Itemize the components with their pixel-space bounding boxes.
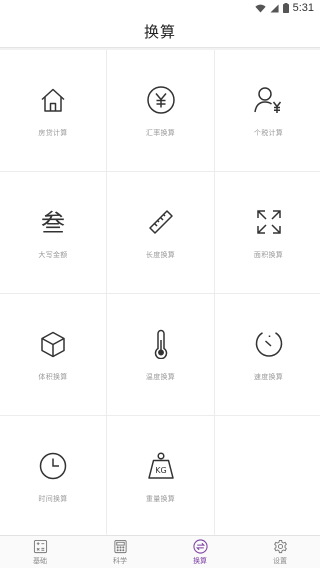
house-icon (37, 84, 69, 116)
thermometer-icon (145, 328, 177, 360)
item-label: 长度换算 (145, 251, 176, 259)
length-conversion-item[interactable]: 长度换算 (107, 172, 214, 293)
area-conversion-item[interactable]: 面积换算 (215, 172, 320, 293)
item-label: 大写金额 (38, 251, 68, 259)
speed-conversion-item[interactable]: 速度换算 (215, 294, 320, 415)
page-title: 换算 (143, 24, 176, 41)
item-label: 体积换算 (38, 373, 68, 381)
capital-amount-item[interactable]: 叁 大写金额 (0, 172, 106, 293)
clock-icon (37, 450, 69, 482)
header: 换算 (0, 16, 320, 48)
tab-scientific[interactable]: 科学 (80, 536, 160, 568)
empty-cell (215, 416, 320, 537)
kg-weight-icon: KG (145, 450, 177, 482)
battery-icon (282, 3, 289, 13)
income-tax-item[interactable]: 个税计算 (215, 50, 320, 171)
exchange-icon (192, 538, 208, 554)
conversion-grid: 房贷计算 汇率换算 个税计算 叁 大写金额 长度换算 面积换算 体积换算 温度换… (0, 50, 320, 537)
weight-conversion-item[interactable]: KG 重量换算 (107, 416, 214, 537)
chinese-numeral-icon: 叁 (37, 206, 69, 238)
tab-label: 基础 (33, 558, 47, 565)
volume-conversion-item[interactable]: 体积换算 (0, 294, 106, 415)
item-label: 汇率换算 (145, 129, 176, 137)
tab-basic[interactable]: 基础 (0, 536, 80, 568)
status-time: 5:31 (292, 2, 314, 14)
gear-icon (272, 538, 288, 554)
item-label: 温度换算 (145, 373, 176, 381)
expand-arrows-icon (253, 206, 285, 238)
kg-glyph: KG (155, 466, 166, 475)
item-label: 速度换算 (253, 373, 284, 381)
tab-conversion[interactable]: 换算 (160, 536, 240, 568)
person-yen-icon (253, 84, 285, 116)
bottom-tab-bar: 基础 科学 换算 设置 (0, 535, 320, 568)
wifi-icon (254, 4, 266, 13)
item-label: 个税计算 (253, 129, 284, 137)
scientific-calculator-icon (112, 538, 128, 554)
item-label: 重量换算 (145, 495, 176, 503)
temperature-conversion-item[interactable]: 温度换算 (107, 294, 214, 415)
tab-label: 设置 (273, 558, 287, 565)
time-conversion-item[interactable]: 时间换算 (0, 416, 106, 537)
speedometer-icon (253, 328, 285, 360)
item-label: 面积换算 (253, 251, 284, 259)
signal-icon (270, 3, 279, 13)
ruler-icon (145, 206, 177, 238)
tab-label: 科学 (113, 558, 127, 565)
tab-label: 换算 (193, 558, 207, 565)
item-label: 时间换算 (38, 495, 68, 503)
status-icons: 5:31 (254, 1, 314, 15)
yen-coin-icon (145, 84, 177, 116)
basic-calculator-icon (32, 538, 48, 554)
chinese-numeral-glyph: 叁 (41, 209, 65, 237)
mortgage-calculator-item[interactable]: 房贷计算 (0, 50, 106, 171)
cube-icon (37, 328, 69, 360)
status-bar: 5:31 (0, 0, 320, 16)
exchange-rate-item[interactable]: 汇率换算 (107, 50, 214, 171)
item-label: 房贷计算 (38, 129, 68, 137)
tab-settings[interactable]: 设置 (240, 536, 320, 568)
